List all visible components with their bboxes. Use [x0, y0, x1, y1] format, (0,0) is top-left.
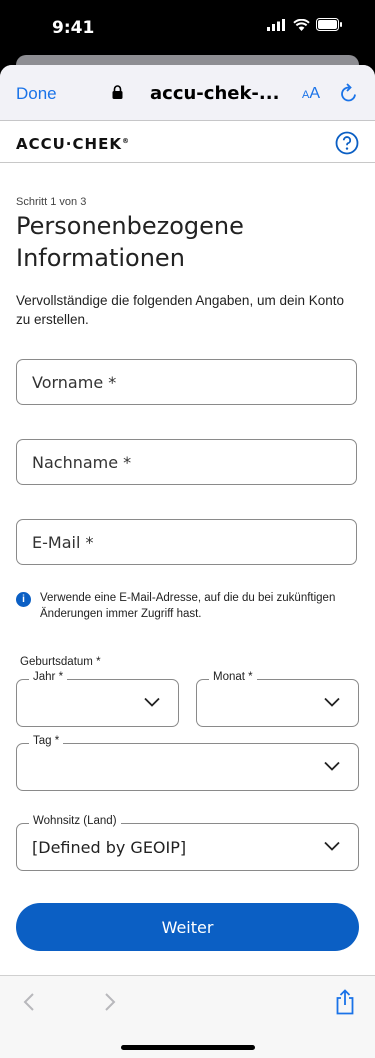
back-icon[interactable] — [22, 992, 36, 1012]
share-icon[interactable] — [334, 989, 356, 1015]
last-name-placeholder: Nachname * — [32, 453, 132, 472]
accu-chek-logo: ACCU·CHEK® — [16, 135, 130, 153]
forward-icon[interactable] — [103, 992, 117, 1012]
url-label[interactable]: accu-chek-... — [150, 83, 279, 104]
info-icon: i — [16, 592, 31, 607]
country-select[interactable]: Wohnsitz (Land) [Defined by GEOIP] — [16, 815, 359, 871]
month-select[interactable]: Monat * — [196, 671, 359, 727]
chevron-down-icon — [324, 841, 340, 851]
dob-label: Geburtsdatum * — [20, 656, 101, 668]
browser-sheet: Done accu-chek-... AA ACCU·CHEK® Schritt… — [0, 65, 375, 1058]
home-indicator — [121, 1045, 255, 1050]
logo-text: ACCU·CHEK — [16, 135, 122, 153]
signal-icon — [267, 18, 285, 31]
page-title: Personenbezogene Informationen — [16, 212, 244, 272]
done-button[interactable]: Done — [16, 84, 57, 104]
lock-icon — [112, 85, 123, 99]
battery-icon — [316, 18, 342, 31]
year-select[interactable]: Jahr * — [16, 671, 179, 727]
chevron-down-icon — [324, 761, 340, 771]
day-label: Tag * — [29, 735, 64, 747]
month-label: Monat * — [209, 671, 257, 683]
first-name-placeholder: Vorname * — [32, 373, 117, 392]
step-indicator: Schritt 1 von 3 — [16, 196, 87, 208]
email-hint-text: Verwende eine E-Mail-Adresse, auf die du… — [40, 592, 336, 620]
chevron-down-icon — [144, 697, 160, 707]
status-bar: 9:41 — [0, 0, 375, 56]
status-icons — [267, 18, 343, 31]
country-label: Wohnsitz (Land) — [29, 815, 121, 827]
first-name-field[interactable]: Vorname * — [16, 359, 357, 405]
browser-nav-bar: Done accu-chek-... AA — [0, 65, 375, 121]
last-name-field[interactable]: Nachname * — [16, 439, 357, 485]
intro-text: Vervollständige die folgenden Angaben, u… — [16, 293, 345, 327]
year-label: Jahr * — [29, 671, 68, 683]
email-placeholder: E-Mail * — [32, 533, 94, 552]
status-time: 9:41 — [52, 18, 95, 38]
wifi-icon — [293, 18, 310, 31]
brand-header: ACCU·CHEK® — [0, 121, 375, 163]
day-select[interactable]: Tag * — [16, 735, 359, 791]
country-value: [Defined by GEOIP] — [32, 838, 187, 857]
help-icon[interactable] — [335, 131, 359, 155]
browser-toolbar — [0, 975, 375, 1058]
email-field[interactable]: E-Mail * — [16, 519, 357, 565]
chevron-down-icon — [324, 697, 340, 707]
next-button[interactable]: Weiter — [16, 903, 359, 951]
text-size-button[interactable]: AA — [302, 85, 320, 103]
text-size-large-glyph: A — [309, 85, 321, 102]
trademark-mark: ® — [121, 137, 130, 145]
reload-icon[interactable] — [340, 83, 358, 103]
